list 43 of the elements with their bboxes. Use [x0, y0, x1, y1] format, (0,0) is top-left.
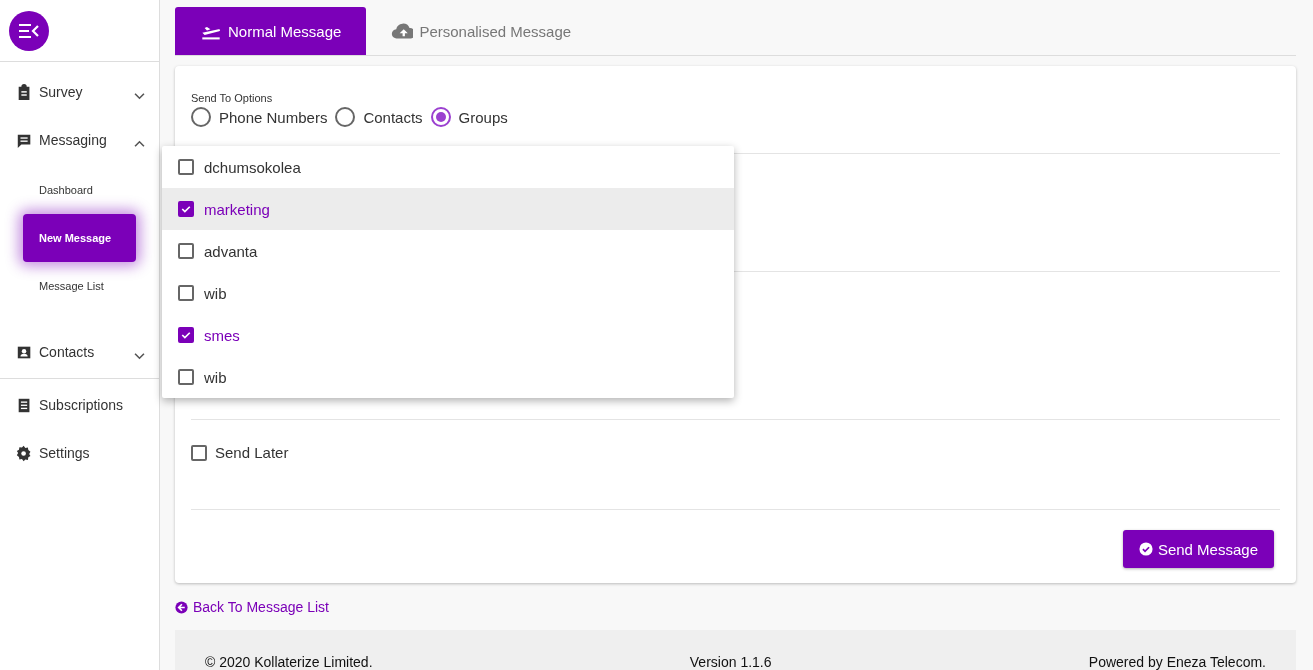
sidebar-item[interactable]: Subscriptions	[0, 393, 159, 417]
dropdown-option[interactable]: dchumsokolea	[162, 146, 734, 188]
radio-label: Contacts	[363, 108, 423, 126]
send-message-button[interactable]: Send Message	[1122, 530, 1274, 568]
dropdown-option[interactable]: wib	[162, 272, 734, 314]
checkbox[interactable]	[178, 243, 194, 259]
back-link[interactable]: Back To Message List	[175, 599, 329, 615]
sidebar-item[interactable]: Contacts	[0, 340, 159, 364]
check-icon	[180, 329, 192, 341]
checkbox[interactable]	[191, 444, 207, 461]
checkbox[interactable]	[178, 327, 194, 343]
checkbox[interactable]	[178, 369, 194, 385]
tab[interactable]: Personalised Message	[366, 7, 597, 55]
checkbox[interactable]	[178, 201, 194, 217]
dropdown-option[interactable]: wib	[162, 356, 734, 398]
sidebar-item[interactable]: Settings	[0, 441, 159, 465]
check-icon	[180, 203, 192, 215]
radio-button[interactable]	[430, 107, 451, 127]
check-circle-icon	[1138, 542, 1153, 556]
checkbox[interactable]	[178, 159, 194, 175]
sidebar-item[interactable]: Survey	[0, 80, 159, 104]
powered-by-text: Powered by Eneza Telecom.	[1088, 654, 1266, 670]
back-arrow-icon	[175, 600, 188, 614]
radio-button[interactable]	[191, 107, 211, 127]
radio-button[interactable]	[335, 107, 356, 127]
menu-button[interactable]	[9, 10, 49, 51]
checkbox-label: Send Later	[215, 444, 289, 461]
field-label: Send To Options	[191, 92, 274, 104]
menu-icon	[18, 22, 40, 39]
dropdown-option[interactable]: marketing	[162, 188, 734, 230]
tab[interactable]: Normal Message	[175, 7, 367, 55]
dropdown-option[interactable]: smes	[162, 314, 734, 356]
copyright-text: © 2020 Kollaterize Limited.	[205, 654, 373, 670]
submenu-item[interactable]: New Message	[23, 214, 136, 262]
radio-label: Phone Numbers	[219, 108, 328, 126]
sidebar-item[interactable]: Messaging	[0, 128, 159, 152]
checkbox[interactable]	[178, 285, 194, 301]
submenu-item[interactable]: Message List	[23, 262, 120, 310]
radio-label: Groups	[458, 108, 508, 126]
version-text: Version 1.1.6	[689, 654, 772, 670]
gear-icon	[16, 444, 33, 462]
dropdown-option[interactable]: advanta	[162, 230, 734, 272]
submenu-item[interactable]: Dashboard	[23, 166, 109, 214]
